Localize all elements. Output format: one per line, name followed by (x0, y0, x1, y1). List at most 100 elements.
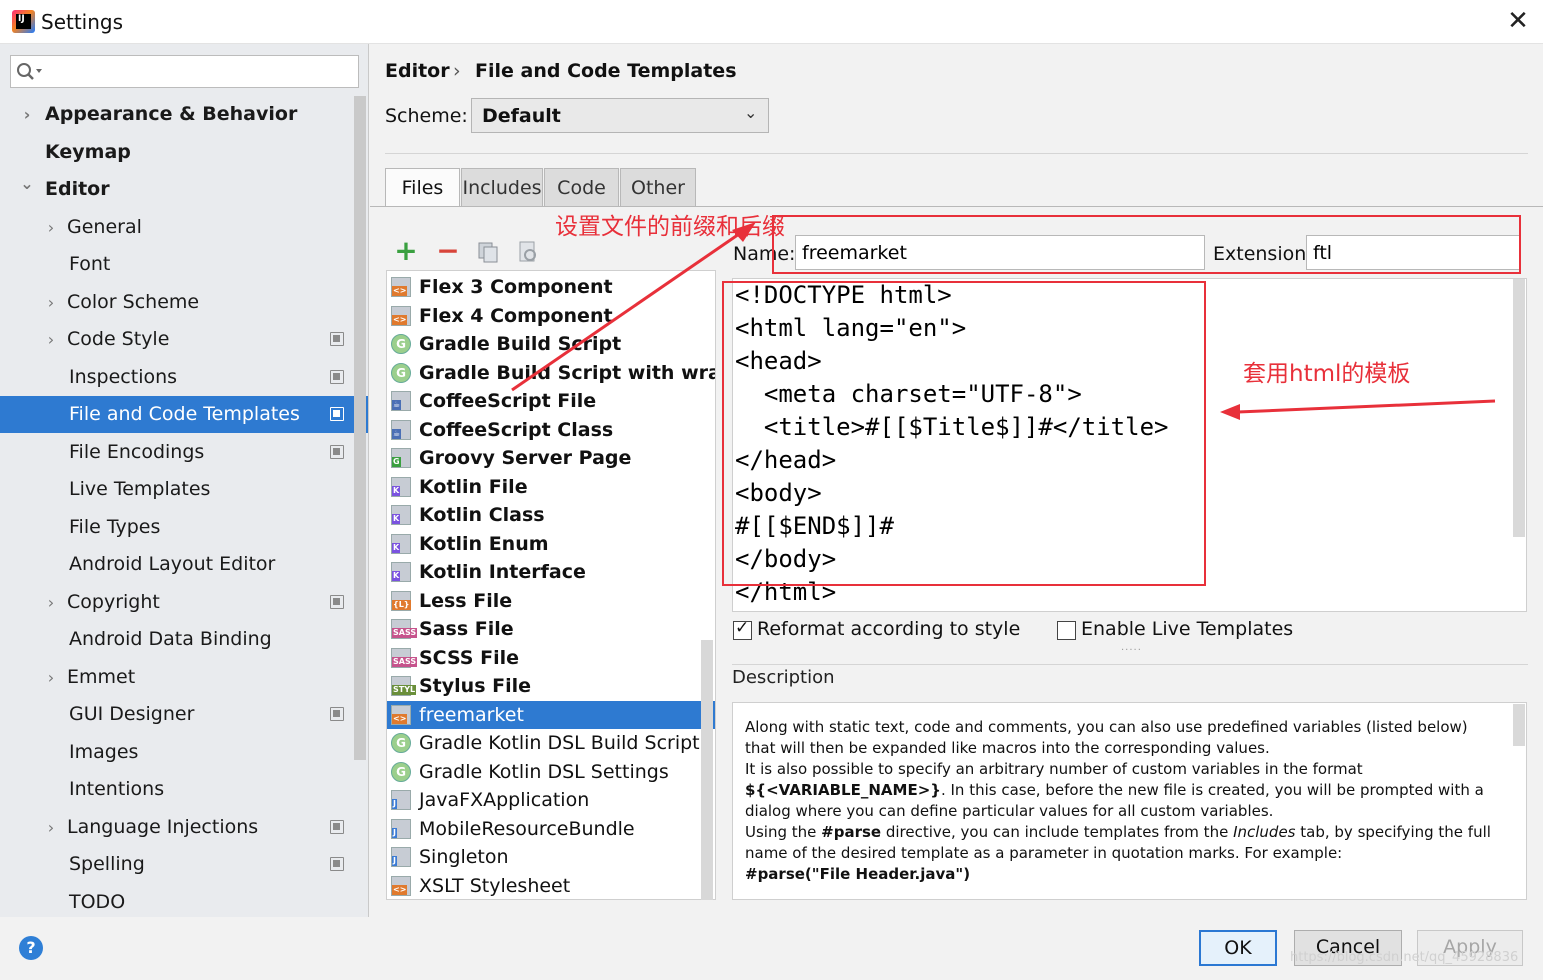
template-list-item[interactable]: K Kotlin Interface (387, 558, 715, 586)
sidebar-item-label: Android Layout Editor (69, 553, 276, 575)
copy-icon[interactable] (476, 240, 500, 264)
project-scope-icon (330, 369, 344, 384)
template-list-item[interactable]: <> XSLT Stylesheet (387, 872, 715, 900)
ok-button[interactable]: OK (1199, 930, 1277, 966)
sidebar-item-android-layout-editor[interactable]: Android Layout Editor (0, 546, 368, 583)
description-text: ${<VARIABLE_NAME>} (745, 781, 941, 799)
sidebar-item-editor[interactable]: ⌄ Editor (0, 171, 368, 208)
chevron-right-icon[interactable]: › (20, 96, 34, 133)
template-list-item[interactable]: STYL Stylus File (387, 672, 715, 700)
chevron-right-icon[interactable]: › (44, 209, 58, 246)
stylus-icon: STYL (391, 676, 417, 696)
chevron-right-icon[interactable]: › (44, 321, 58, 358)
template-list-item[interactable]: SASS SCSS File (387, 644, 715, 672)
sidebar-item-file-types[interactable]: File Types (0, 509, 368, 546)
template-list: <> Flex 3 Component <> Flex 4 Component G Gra… (386, 270, 716, 900)
tab-includes[interactable]: Includes (461, 168, 543, 206)
sidebar-item-label: Images (69, 740, 139, 763)
template-list-item[interactable]: J Singleton (387, 843, 715, 871)
sidebar-item-file-encodings[interactable]: File Encodings (0, 434, 368, 471)
sidebar-scrollbar[interactable] (354, 96, 366, 760)
chevron-down-icon[interactable]: ⌄ (20, 171, 34, 208)
sidebar-item-language-injections[interactable]: › Language Injections (0, 809, 368, 846)
description-text: #parse (821, 823, 882, 841)
reformat-checkbox[interactable] (733, 618, 752, 640)
template-list-item[interactable]: <> freemarket (387, 700, 715, 729)
sidebar-item-keymap[interactable]: Keymap (0, 134, 368, 171)
sidebar-item-label: Color Scheme (67, 290, 200, 313)
template-list-item[interactable]: J JavaFXApplication (387, 786, 715, 814)
annotation-prefix-suffix: 设置文件的前缀和后缀 (555, 214, 785, 240)
java-file-icon: J (391, 790, 411, 810)
xml-file-icon: <> (391, 305, 411, 326)
page-title: File and Code Templates (475, 60, 737, 82)
tab-other[interactable]: Other (620, 168, 696, 206)
description-scrollbar[interactable] (1513, 704, 1525, 746)
template-list-label: Sass File (419, 618, 514, 640)
live-templates-checkbox[interactable] (1057, 621, 1076, 640)
settings-search-input[interactable] (10, 55, 359, 88)
sidebar-item-file-and-code-templates[interactable]: File and Code Templates (0, 396, 368, 433)
remove-icon[interactable]: − (436, 232, 460, 270)
template-list-item[interactable]: ☕ CoffeeScript Class (387, 416, 715, 444)
template-list-label: Kotlin Interface (419, 561, 586, 583)
live-templates-label[interactable]: Enable Live Templates (1081, 618, 1293, 640)
project-scope-icon (330, 332, 344, 346)
sidebar-item-gui-designer[interactable]: GUI Designer (0, 696, 368, 733)
code-editor-scrollbar[interactable] (1513, 279, 1525, 537)
sidebar-item-label: File Types (69, 515, 161, 538)
template-list-item[interactable]: {L} Less File (387, 587, 715, 615)
splitter-handle[interactable]: ····· (1121, 645, 1142, 656)
template-list-item[interactable]: <> Flex 3 Component (387, 273, 715, 301)
template-list-item[interactable]: <> Flex 4 Component (387, 302, 715, 330)
chevron-right-icon[interactable]: › (44, 284, 58, 321)
sidebar-item-label: Editor (45, 178, 110, 200)
breadcrumb-editor[interactable]: Editor (385, 60, 450, 82)
template-list-item[interactable]: G Gradle Kotlin DSL Build Script (387, 729, 715, 757)
template-list-item[interactable]: G Gradle Kotlin DSL Settings (387, 758, 715, 786)
sidebar-item-appearance-behavior[interactable]: › Appearance & Behavior (0, 96, 368, 133)
sidebar-item-android-data-binding[interactable]: Android Data Binding (0, 621, 368, 658)
description-text: . In this case, before the new file is c… (940, 781, 1484, 799)
sidebar-item-live-templates[interactable]: Live Templates (0, 471, 368, 508)
add-icon[interactable]: + (394, 232, 418, 270)
xml-file-icon: <> (391, 277, 411, 297)
sidebar-item-images[interactable]: Images (0, 734, 368, 771)
reset-icon[interactable] (516, 240, 540, 264)
chevron-right-icon[interactable]: › (44, 584, 58, 621)
sidebar-item-spelling[interactable]: Spelling (0, 846, 368, 883)
sidebar-item-code-style[interactable]: › Code Style (0, 321, 368, 358)
project-scope-icon (330, 407, 344, 421)
reformat-label[interactable]: Reformat according to style (757, 618, 1020, 640)
template-list-item[interactable]: K Kotlin Enum (387, 530, 715, 558)
sidebar-item-emmet[interactable]: › Emmet (0, 659, 368, 696)
close-icon[interactable]: ✕ (1506, 8, 1530, 36)
template-list-item[interactable]: SASS Sass File (387, 615, 715, 643)
java-file-icon: J (391, 847, 411, 867)
breadcrumb-separator: › (453, 60, 461, 82)
template-list-item[interactable]: ☕ CoffeeScript File (387, 387, 715, 415)
sidebar-item-color-scheme[interactable]: › Color Scheme (0, 284, 368, 321)
sidebar-item-inspections[interactable]: Inspections (0, 359, 368, 396)
template-list-item[interactable]: G Gradle Build Script (387, 330, 715, 358)
tab-code[interactable]: Code (544, 168, 619, 206)
sidebar-item-general[interactable]: › General (0, 209, 368, 246)
divider (732, 664, 1528, 665)
help-icon[interactable]: ? (19, 936, 43, 960)
tab-files[interactable]: Files (385, 168, 460, 207)
sidebar-item-intentions[interactable]: Intentions (0, 771, 368, 808)
description-line: ${<VARIABLE_NAME>}. In this case, before… (745, 780, 1484, 801)
template-list-item[interactable]: G Groovy Server Page (387, 444, 715, 472)
template-list-item[interactable]: G Gradle Build Script with wrapper (387, 359, 715, 387)
chevron-right-icon[interactable]: › (44, 809, 58, 846)
sidebar-item-todo[interactable]: TODO (0, 884, 368, 921)
template-list-item[interactable]: K Kotlin Class (387, 501, 715, 529)
tab-divider (370, 206, 1543, 207)
template-list-label: Flex 4 Component (419, 304, 613, 327)
template-list-item[interactable]: K Kotlin File (387, 473, 715, 501)
template-list-scrollbar[interactable] (701, 640, 713, 900)
chevron-right-icon[interactable]: › (44, 659, 58, 696)
sidebar-item-copyright[interactable]: › Copyright (0, 584, 368, 621)
sidebar-item-font[interactable]: Font (0, 246, 368, 283)
template-list-item[interactable]: J MobileResourceBundle (387, 815, 715, 843)
